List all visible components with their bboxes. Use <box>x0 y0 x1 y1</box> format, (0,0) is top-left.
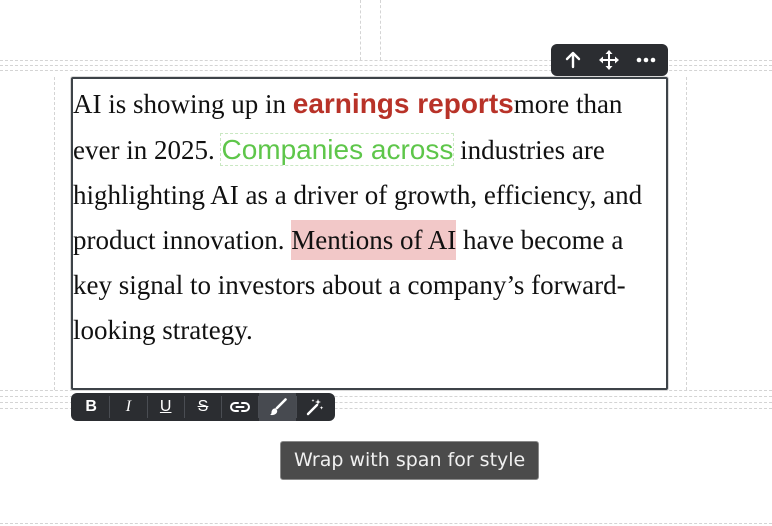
guide-line <box>380 0 381 60</box>
move-icon <box>599 50 620 70</box>
guide-line <box>686 77 687 390</box>
drag-handle[interactable] <box>594 46 624 74</box>
styled-span-green[interactable]: Companies across <box>220 133 455 166</box>
guide-line <box>54 77 55 390</box>
block-toolbar <box>551 44 668 76</box>
text-block[interactable]: AI is showing up in earnings reportsmore… <box>71 77 668 390</box>
wrap-span-style-button[interactable] <box>259 393 296 421</box>
ellipsis-icon <box>636 57 656 63</box>
clear-format-button[interactable] <box>297 393 333 421</box>
styled-span-red[interactable]: earnings reports <box>293 88 514 119</box>
more-options-button[interactable] <box>631 46 661 74</box>
guide-line <box>0 390 772 391</box>
guide-line <box>360 0 361 60</box>
format-toolbar: B I U S <box>71 393 335 421</box>
arrow-up-icon <box>565 51 581 69</box>
strikethrough-button[interactable]: S <box>185 393 221 421</box>
guide-line <box>0 523 772 524</box>
bold-button[interactable]: B <box>73 393 109 421</box>
text-run: AI is showing up in <box>73 89 293 119</box>
link-button[interactable] <box>222 393 258 421</box>
magic-wand-icon <box>306 399 324 416</box>
underline-button[interactable]: U <box>148 393 184 421</box>
tooltip: Wrap with span for style <box>280 441 540 480</box>
italic-button[interactable]: I <box>110 393 146 421</box>
link-icon <box>230 402 251 412</box>
move-up-button[interactable] <box>558 46 588 74</box>
styled-span-highlight[interactable]: Mentions of AI <box>291 220 457 260</box>
paintbrush-icon <box>269 398 287 416</box>
paragraph[interactable]: AI is showing up in earnings reportsmore… <box>73 81 663 353</box>
